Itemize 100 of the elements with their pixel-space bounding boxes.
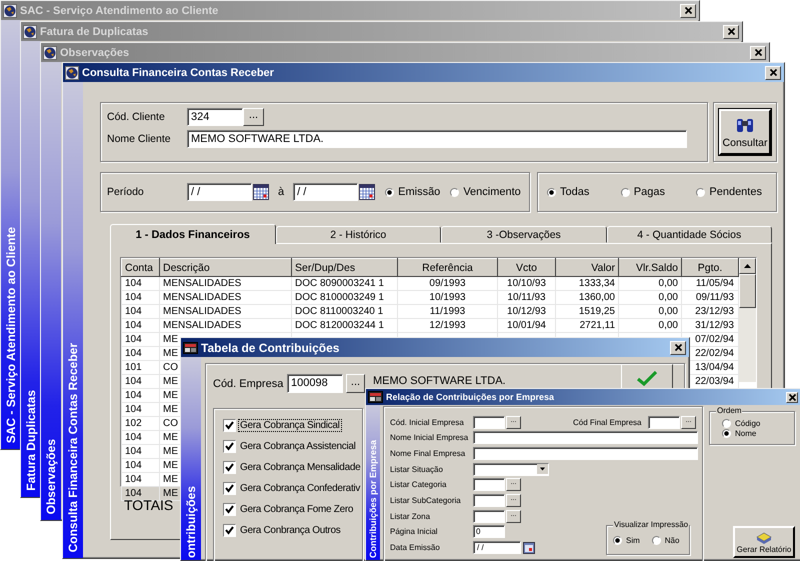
input-field[interactable] — [473, 416, 505, 428]
table-cell: 11/05/94 — [682, 276, 738, 290]
table-cell: MENSALIDADES — [160, 276, 292, 290]
checkbox[interactable] — [223, 440, 236, 452]
table-cell: 104 — [122, 486, 160, 500]
field-label: Página Inicial — [390, 527, 439, 536]
input-field[interactable] — [473, 494, 505, 507]
radio-button[interactable] — [450, 188, 460, 196]
radio-label: Código — [735, 419, 760, 428]
scroll-thumb[interactable] — [739, 274, 756, 308]
close-button[interactable] — [786, 392, 798, 402]
field-label: Listar Categoria — [390, 480, 448, 490]
input-field[interactable] — [473, 446, 698, 460]
date-field[interactable]: / / — [293, 183, 358, 201]
scroll-up-button[interactable] — [739, 258, 756, 274]
table-cell: 11/1993 — [398, 304, 498, 318]
close-icon — [674, 343, 682, 352]
table-cell: 104 — [122, 304, 160, 318]
calendar-icon — [253, 184, 269, 200]
input-field[interactable]: 100098 — [287, 374, 343, 393]
table-cell: 31/12/93 — [682, 318, 738, 332]
field-label: Nome Cliente — [107, 133, 172, 145]
close-button[interactable] — [723, 24, 739, 38]
company-name: MEMO SOFTWARE LTDA. — [373, 375, 506, 387]
field-label: Cód. Cliente — [107, 111, 166, 123]
checkbox[interactable] — [223, 502, 236, 516]
table-cell: 104 — [122, 472, 160, 486]
input-field[interactable] — [473, 478, 505, 492]
dropdown-field[interactable] — [473, 462, 549, 476]
column-header[interactable]: Descrição — [160, 258, 292, 276]
input-field[interactable]: 324 — [187, 108, 243, 126]
checkbox[interactable] — [223, 482, 236, 494]
calendar-icon — [359, 184, 376, 200]
field-label: Cód. Inicial Empresa — [390, 418, 465, 426]
table-cell: DOC 8090003241 1 — [292, 276, 398, 290]
table-cell: 0,00 — [618, 304, 682, 318]
field-label: Data Emissão — [390, 543, 441, 552]
lookup-button[interactable]: ... — [346, 374, 365, 393]
table-cell: 23/12/93 — [682, 304, 738, 318]
radio-label: Sim — [626, 536, 640, 545]
date-field[interactable]: / / — [473, 541, 521, 554]
radio-label: Nome — [735, 429, 756, 438]
column-header[interactable]: Valor — [556, 258, 618, 276]
tab[interactable]: 3 -Observações — [441, 226, 606, 243]
table-cell: MENSALIDADES — [160, 318, 292, 332]
checkbox[interactable] — [223, 418, 236, 432]
radio-label: Não — [664, 536, 680, 545]
radio-button[interactable] — [620, 188, 630, 196]
close-button[interactable] — [750, 46, 766, 60]
checkbox-label: Gera Cobrança Fome Zero — [239, 504, 354, 514]
lookup-button[interactable]: ... — [243, 108, 264, 126]
radio-button[interactable] — [652, 536, 661, 545]
calendar-icon — [523, 542, 535, 554]
scrollbar[interactable] — [739, 258, 756, 382]
tab[interactable]: 2 - Histórico — [276, 226, 441, 243]
checkbox[interactable] — [223, 524, 236, 536]
sidebar-title: Consulta Financeira Contas Receber — [66, 342, 80, 552]
radio-button[interactable] — [385, 188, 394, 196]
tab[interactable]: 1 - Dados Financeiros — [110, 224, 276, 244]
column-header[interactable]: Conta — [122, 258, 160, 276]
globe-icon — [3, 4, 17, 18]
input-field[interactable] — [473, 510, 505, 523]
window-title: SAC - Serviço Atendimento ao Cliente — [20, 4, 220, 16]
sidebar-title: SAC - Serviço Atendimento ao Cliente — [4, 226, 18, 443]
close-button[interactable] — [765, 66, 781, 80]
column-header[interactable]: Vcto — [498, 258, 556, 276]
tab[interactable]: 4 - Quantidade Sócios — [606, 226, 772, 243]
column-header[interactable]: Referência — [398, 258, 498, 276]
table-cell: 104 — [122, 388, 160, 402]
radio-button[interactable] — [722, 429, 731, 438]
close-icon — [768, 68, 778, 77]
sidebar-title: Observações — [44, 438, 58, 514]
date-field[interactable]: / / — [187, 183, 252, 201]
table-cell: 102 — [122, 416, 160, 430]
sidebar-title: Contribuições por Empresa — [368, 440, 378, 558]
radio-button[interactable] — [722, 419, 731, 428]
input-field[interactable]: 0 — [473, 525, 505, 538]
input-field[interactable] — [648, 416, 680, 428]
generate-report-button[interactable]: Gerar Relatório — [733, 526, 795, 558]
table-cell: DOC 8100003249 1 — [292, 290, 398, 304]
checkbox-label: Gera Conbrança Outros — [239, 524, 342, 536]
input-field[interactable] — [473, 431, 698, 444]
consult-button[interactable]: Consultar — [719, 109, 771, 155]
radio-button[interactable] — [613, 536, 622, 545]
close-button[interactable] — [670, 340, 686, 354]
radio-button[interactable] — [547, 188, 556, 196]
radio-label: Emissão — [398, 186, 440, 198]
window-title: Consulta Financeira Contas Receber — [82, 66, 275, 78]
table-cell: 104 — [122, 290, 160, 304]
input-field[interactable]: MEMO SOFTWARE LTDA. — [187, 130, 687, 148]
confirm-button[interactable] — [621, 364, 673, 389]
column-header[interactable]: Vlr.Saldo — [618, 258, 682, 276]
table-cell: DOC 8120003244 1 — [292, 318, 398, 332]
column-header[interactable]: Pgto. — [682, 258, 738, 276]
checkbox[interactable] — [223, 460, 236, 474]
up-arrow-icon — [744, 264, 751, 268]
close-button[interactable] — [680, 4, 696, 18]
table-cell: 10/10/93 — [498, 276, 556, 290]
column-header[interactable]: Ser/Dup/Des — [292, 258, 398, 276]
radio-button[interactable] — [696, 188, 706, 196]
